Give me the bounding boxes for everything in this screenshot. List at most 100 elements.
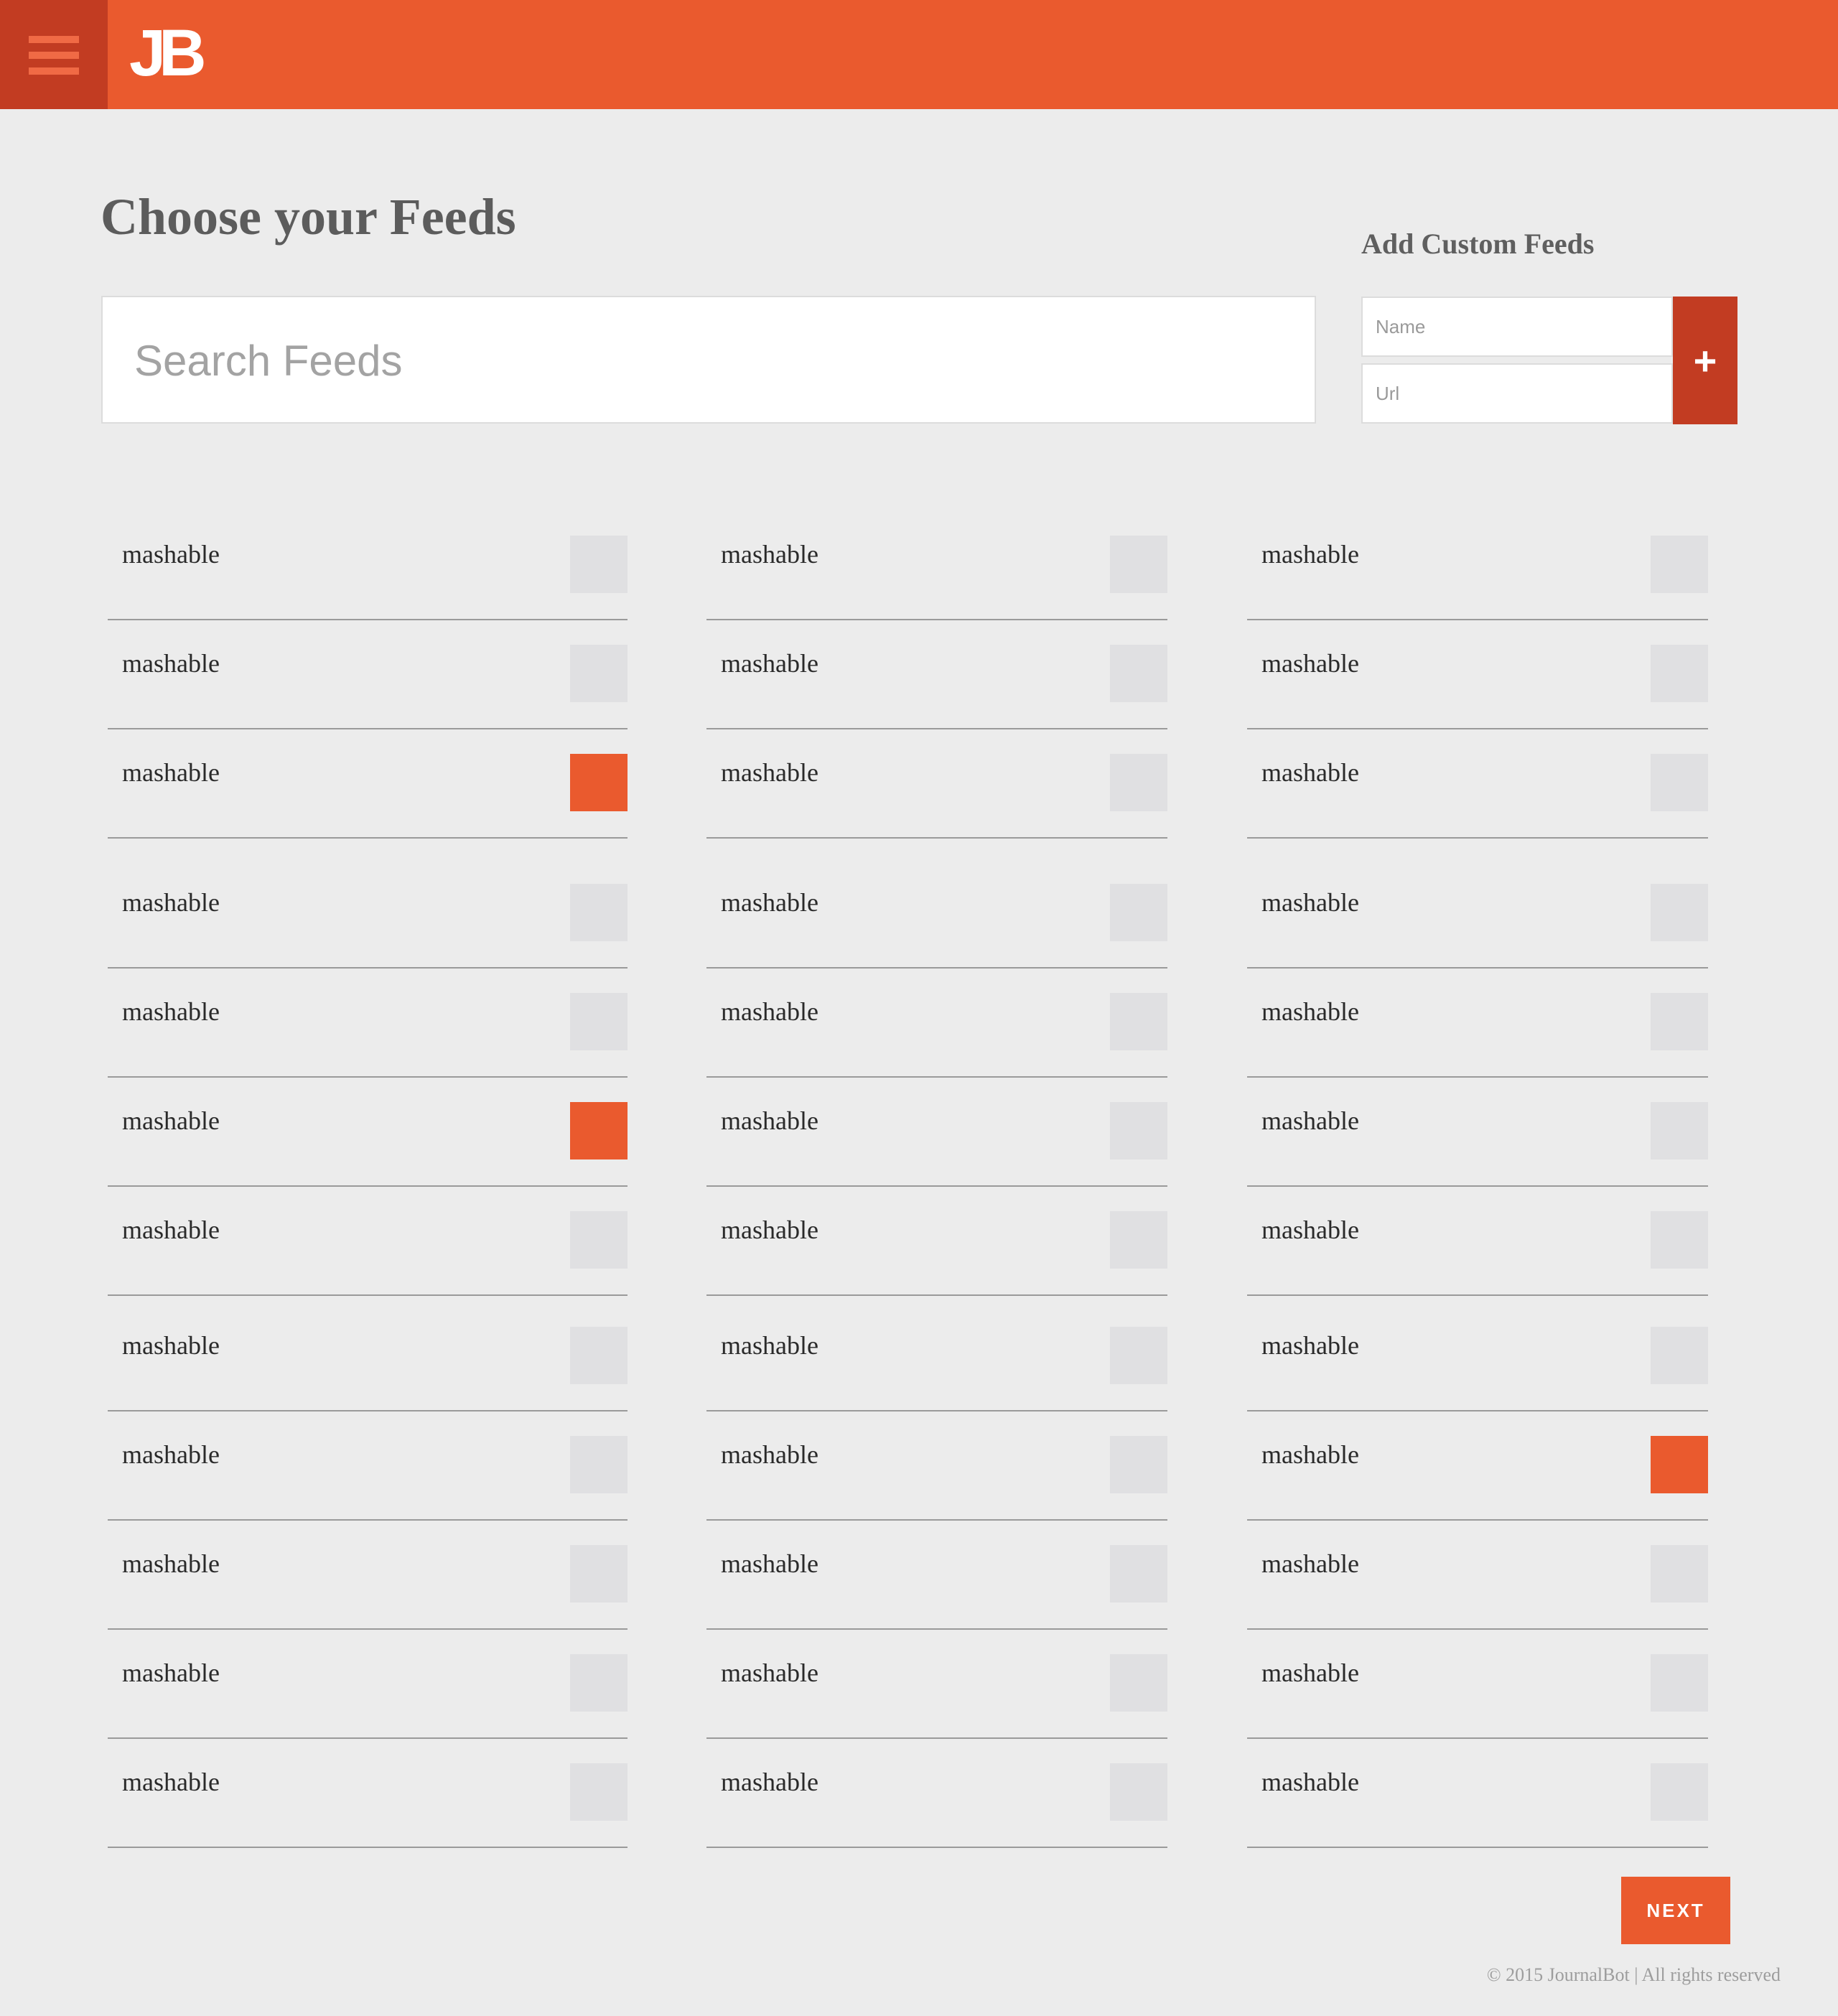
feed-item[interactable]: mashable <box>1247 859 1708 969</box>
feed-item[interactable]: mashable <box>1247 1521 1708 1630</box>
feed-item[interactable]: mashable <box>108 1630 628 1739</box>
feed-item[interactable]: mashable <box>706 511 1167 620</box>
feed-item-checkbox[interactable] <box>1110 1102 1167 1159</box>
top-bar: JB <box>0 0 1838 109</box>
feed-item[interactable]: mashable <box>1247 1302 1708 1411</box>
feed-item-checkbox[interactable] <box>1110 1654 1167 1712</box>
feed-item-label: mashable <box>721 540 818 569</box>
feed-item[interactable]: mashable <box>108 729 628 839</box>
feed-item[interactable]: mashable <box>706 1411 1167 1521</box>
feed-item-checkbox[interactable] <box>570 754 628 811</box>
feed-item-checkbox[interactable] <box>1110 993 1167 1050</box>
feed-item-label: mashable <box>1261 1440 1359 1469</box>
feed-item[interactable]: mashable <box>1247 1187 1708 1296</box>
feed-item-label: mashable <box>1261 649 1359 678</box>
feed-item-label: mashable <box>122 1549 220 1578</box>
feed-item[interactable]: mashable <box>108 1302 628 1411</box>
feed-item[interactable]: mashable <box>706 1187 1167 1296</box>
feed-item-label: mashable <box>1261 1215 1359 1244</box>
feed-item-checkbox[interactable] <box>1651 754 1708 811</box>
feed-item[interactable]: mashable <box>1247 1630 1708 1739</box>
feed-item-label: mashable <box>721 1106 818 1135</box>
feed-item-checkbox[interactable] <box>1651 645 1708 702</box>
feed-item[interactable]: mashable <box>108 620 628 729</box>
feed-item[interactable]: mashable <box>108 1187 628 1296</box>
feed-item-checkbox[interactable] <box>1651 1545 1708 1602</box>
feed-item-checkbox[interactable] <box>1110 536 1167 593</box>
feed-item-checkbox[interactable] <box>1651 1763 1708 1821</box>
hamburger-menu-button[interactable] <box>0 0 108 109</box>
add-custom-feed-button[interactable]: + <box>1673 297 1737 424</box>
feed-item[interactable]: mashable <box>1247 1739 1708 1848</box>
plus-icon: + <box>1693 337 1717 383</box>
feed-item-label: mashable <box>122 1331 220 1360</box>
search-feeds-input[interactable] <box>133 297 1284 424</box>
feed-item-checkbox[interactable] <box>570 884 628 941</box>
feed-item[interactable]: mashable <box>1247 969 1708 1078</box>
feed-item-checkbox[interactable] <box>1110 754 1167 811</box>
feed-item-checkbox[interactable] <box>570 1327 628 1384</box>
feed-item-checkbox[interactable] <box>570 1545 628 1602</box>
feed-item[interactable]: mashable <box>108 969 628 1078</box>
feed-item-label: mashable <box>1261 1331 1359 1360</box>
feed-item[interactable]: mashable <box>706 620 1167 729</box>
feed-item-label: mashable <box>721 997 818 1026</box>
feed-item-checkbox[interactable] <box>570 1654 628 1712</box>
feed-item[interactable]: mashable <box>706 969 1167 1078</box>
feed-item-checkbox[interactable] <box>1110 645 1167 702</box>
feed-item-label: mashable <box>122 758 220 787</box>
feed-item[interactable]: mashable <box>108 1411 628 1521</box>
feed-item-checkbox[interactable] <box>570 1763 628 1821</box>
feed-item[interactable]: mashable <box>108 511 628 620</box>
feed-item-checkbox[interactable] <box>1110 1327 1167 1384</box>
feed-item-checkbox[interactable] <box>1110 884 1167 941</box>
feed-item[interactable]: mashable <box>706 1302 1167 1411</box>
feed-item-checkbox[interactable] <box>1651 1327 1708 1384</box>
feed-item-checkbox[interactable] <box>1110 1436 1167 1493</box>
custom-feed-url-input[interactable] <box>1361 363 1673 424</box>
feed-item[interactable]: mashable <box>706 1078 1167 1187</box>
feed-item-checkbox[interactable] <box>570 1102 628 1159</box>
feed-item-checkbox[interactable] <box>570 536 628 593</box>
feed-item-checkbox[interactable] <box>1651 1211 1708 1269</box>
feed-item-checkbox[interactable] <box>570 1436 628 1493</box>
next-button[interactable]: NEXT <box>1621 1877 1730 1944</box>
feed-item[interactable]: mashable <box>108 1521 628 1630</box>
feed-item-checkbox[interactable] <box>1110 1211 1167 1269</box>
feed-item-checkbox[interactable] <box>1651 536 1708 593</box>
feed-item-label: mashable <box>122 1106 220 1135</box>
feed-item[interactable]: mashable <box>1247 511 1708 620</box>
feed-item[interactable]: mashable <box>706 1521 1167 1630</box>
feed-item-checkbox[interactable] <box>1651 1102 1708 1159</box>
feed-item[interactable]: mashable <box>706 859 1167 969</box>
feed-item[interactable]: mashable <box>706 729 1167 839</box>
feed-item-checkbox[interactable] <box>1651 993 1708 1050</box>
feed-item[interactable]: mashable <box>706 1630 1167 1739</box>
feed-item[interactable]: mashable <box>108 859 628 969</box>
journalbot-logo[interactable]: JB <box>129 17 207 89</box>
feed-item[interactable]: mashable <box>1247 620 1708 729</box>
feed-item-checkbox[interactable] <box>1651 1436 1708 1493</box>
feed-item-label: mashable <box>721 1658 818 1687</box>
feed-item-checkbox[interactable] <box>1651 1654 1708 1712</box>
feed-item-label: mashable <box>1261 1106 1359 1135</box>
feed-item[interactable]: mashable <box>1247 1411 1708 1521</box>
feed-item[interactable]: mashable <box>108 1078 628 1187</box>
feed-item-checkbox[interactable] <box>1110 1763 1167 1821</box>
feed-item-label: mashable <box>721 1549 818 1578</box>
feed-item[interactable]: mashable <box>1247 729 1708 839</box>
footer-copyright: © 2015 JournalBot | All rights reserved <box>1486 1964 1781 1985</box>
feed-item-label: mashable <box>721 649 818 678</box>
feed-item[interactable]: mashable <box>108 1739 628 1848</box>
feed-item[interactable]: mashable <box>706 1739 1167 1848</box>
feed-item-checkbox[interactable] <box>1110 1545 1167 1602</box>
feed-item-checkbox[interactable] <box>570 645 628 702</box>
custom-feed-name-input[interactable] <box>1361 297 1673 357</box>
feed-item-label: mashable <box>1261 540 1359 569</box>
hamburger-menu-icon-bar <box>29 52 79 59</box>
feed-item-checkbox[interactable] <box>570 993 628 1050</box>
feed-item[interactable]: mashable <box>1247 1078 1708 1187</box>
feed-item-checkbox[interactable] <box>570 1211 628 1269</box>
feed-item-label: mashable <box>721 888 818 917</box>
feed-item-checkbox[interactable] <box>1651 884 1708 941</box>
